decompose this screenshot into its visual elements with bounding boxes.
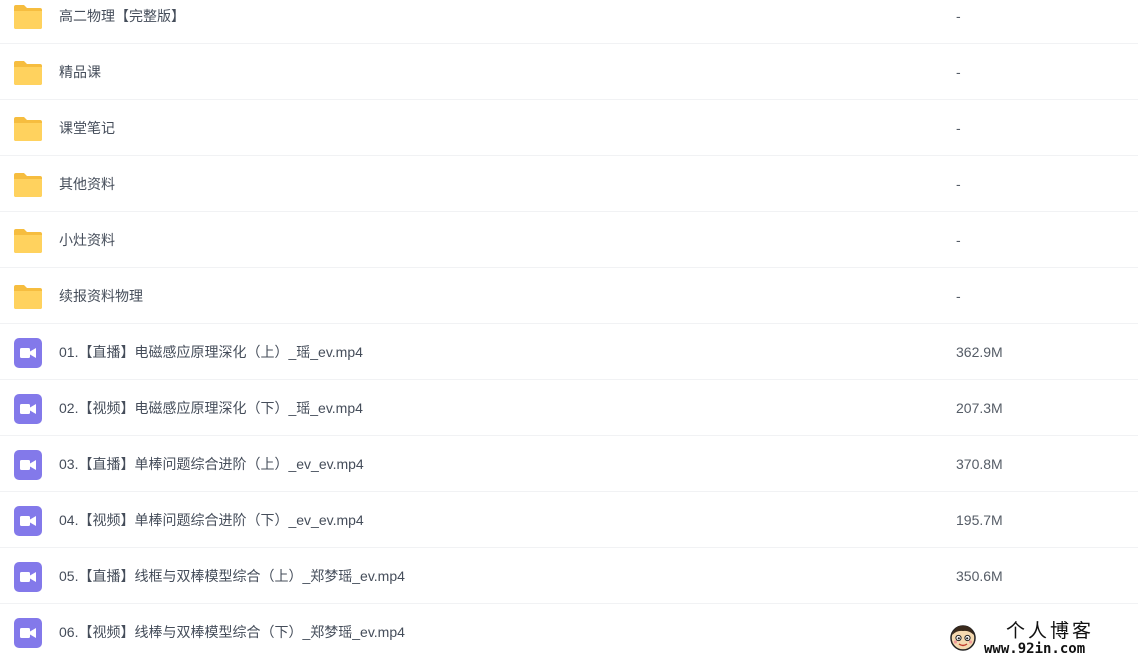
file-row[interactable]: 03.【直播】单棒问题综合进阶（上）_ev_ev.mp4 370.8M [0,436,1138,492]
file-size: 350.6M [956,568,1003,584]
file-row[interactable]: 01.【直播】电磁感应原理深化（上）_瑶_ev.mp4 362.9M [0,324,1138,380]
watermark: 个人博客 www.92in.com [942,620,1138,660]
cartoon-face-icon [948,623,978,653]
file-size: - [956,64,961,80]
file-size: - [956,120,961,136]
file-row[interactable]: 其他资料 - [0,156,1138,212]
file-size: 207.3M [956,400,1003,416]
file-row[interactable]: 小灶资料 - [0,212,1138,268]
video-file-icon [14,338,42,368]
file-name[interactable]: 04.【视频】单棒问题综合进阶（下）_ev_ev.mp4 [59,511,364,529]
file-name[interactable]: 06.【视频】线棒与双棒模型综合（下）_郑梦瑶_ev.mp4 [59,623,405,641]
video-file-icon [14,506,42,536]
file-size: - [956,8,961,24]
folder-icon [12,172,44,198]
file-size: 362.9M [956,344,1003,360]
folder-icon [12,228,44,254]
file-name[interactable]: 01.【直播】电磁感应原理深化（上）_瑶_ev.mp4 [59,343,363,361]
folder-icon [12,284,44,310]
folder-icon [12,60,44,86]
file-size: - [956,288,961,304]
file-row[interactable]: 高二物理【完整版】 - [0,0,1138,44]
file-size: 370.8M [956,456,1003,472]
folder-icon [12,4,44,30]
file-name[interactable]: 课堂笔记 [59,119,115,137]
file-name[interactable]: 高二物理【完整版】 [59,7,185,25]
file-row[interactable]: 02.【视频】电磁感应原理深化（下）_瑶_ev.mp4 207.3M [0,380,1138,436]
video-file-icon [14,618,42,648]
file-size: - [956,232,961,248]
file-list: 高二物理【完整版】 - 精品课 - 课堂笔记 - 其他资料 - 小灶资料 - 续 [0,0,1138,660]
video-file-icon [14,394,42,424]
watermark-url: www.92in.com [984,641,1086,657]
file-name[interactable]: 小灶资料 [59,231,115,249]
file-name[interactable]: 精品课 [59,63,101,81]
watermark-title: 个人博客 [1006,620,1095,642]
file-row[interactable]: 05.【直播】线框与双棒模型综合（上）_郑梦瑶_ev.mp4 350.6M [0,548,1138,604]
file-name[interactable]: 续报资料物理 [59,287,143,305]
file-row[interactable]: 续报资料物理 - [0,268,1138,324]
file-name[interactable]: 05.【直播】线框与双棒模型综合（上）_郑梦瑶_ev.mp4 [59,567,405,585]
file-name[interactable]: 其他资料 [59,175,115,193]
file-row[interactable]: 课堂笔记 - [0,100,1138,156]
video-file-icon [14,562,42,592]
file-name[interactable]: 02.【视频】电磁感应原理深化（下）_瑶_ev.mp4 [59,399,363,417]
file-row[interactable]: 04.【视频】单棒问题综合进阶（下）_ev_ev.mp4 195.7M [0,492,1138,548]
file-name[interactable]: 03.【直播】单棒问题综合进阶（上）_ev_ev.mp4 [59,455,364,473]
file-size: 195.7M [956,512,1003,528]
video-file-icon [14,450,42,480]
file-size: - [956,176,961,192]
folder-icon [12,116,44,142]
file-row[interactable]: 精品课 - [0,44,1138,100]
